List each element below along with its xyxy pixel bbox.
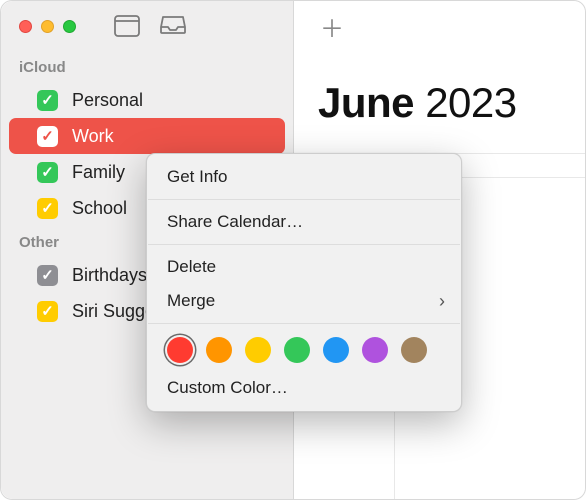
color-swatch-yellow[interactable] <box>245 337 271 363</box>
calendar-label: Birthdays <box>72 265 147 286</box>
checkmark-icon: ✓ <box>41 129 54 144</box>
titlebar <box>1 1 293 51</box>
traffic-lights <box>19 20 76 33</box>
main-toolbar: ＋ <box>294 1 585 51</box>
zoom-button[interactable] <box>63 20 76 33</box>
calendar-item-personal[interactable]: ✓ Personal <box>1 82 293 118</box>
menu-get-info[interactable]: Get Info <box>147 160 461 194</box>
menu-merge-label: Merge <box>167 291 215 311</box>
calendar-label: Family <box>72 162 125 183</box>
checkmark-icon: ✓ <box>41 268 54 283</box>
checkmark-icon: ✓ <box>41 93 54 108</box>
color-swatch-green[interactable] <box>284 337 310 363</box>
menu-custom-color[interactable]: Custom Color… <box>147 371 461 405</box>
year: 2023 <box>425 79 516 126</box>
color-swatch-red[interactable] <box>167 337 193 363</box>
checkmark-icon: ✓ <box>41 201 54 216</box>
checkbox[interactable]: ✓ <box>37 162 58 183</box>
calendar-label: Personal <box>72 90 143 111</box>
color-swatch-row <box>147 329 461 371</box>
context-menu: Get Info Share Calendar… Delete Merge › … <box>146 153 462 412</box>
menu-separator <box>148 244 460 245</box>
color-swatch-brown[interactable] <box>401 337 427 363</box>
sidebar-toolbar <box>114 15 186 37</box>
month-title: June 2023 <box>318 79 517 127</box>
menu-merge[interactable]: Merge › <box>147 284 461 318</box>
month-name: June <box>318 79 414 126</box>
checkbox[interactable]: ✓ <box>37 198 58 219</box>
inbox-icon[interactable] <box>160 15 186 37</box>
color-swatch-orange[interactable] <box>206 337 232 363</box>
checkbox[interactable]: ✓ <box>37 90 58 111</box>
checkmark-icon: ✓ <box>41 165 54 180</box>
menu-separator <box>148 323 460 324</box>
calendar-view-icon[interactable] <box>114 15 140 37</box>
menu-separator <box>148 199 460 200</box>
close-button[interactable] <box>19 20 32 33</box>
section-label-icloud: iCloud <box>1 51 293 82</box>
add-event-button[interactable]: ＋ <box>320 9 344 44</box>
checkbox[interactable]: ✓ <box>37 301 58 322</box>
app-window: iCloud ✓ Personal ✓ Work ✓ Family ✓ Scho… <box>0 0 586 500</box>
checkbox[interactable]: ✓ <box>37 126 58 147</box>
calendar-label: Work <box>72 126 114 147</box>
menu-share-calendar[interactable]: Share Calendar… <box>147 205 461 239</box>
minimize-button[interactable] <box>41 20 54 33</box>
color-swatch-blue[interactable] <box>323 337 349 363</box>
chevron-right-icon: › <box>439 291 445 312</box>
checkmark-icon: ✓ <box>41 304 54 319</box>
menu-delete[interactable]: Delete <box>147 250 461 284</box>
color-swatch-purple[interactable] <box>362 337 388 363</box>
checkbox[interactable]: ✓ <box>37 265 58 286</box>
calendar-item-work[interactable]: ✓ Work <box>9 118 285 154</box>
calendar-label: School <box>72 198 127 219</box>
